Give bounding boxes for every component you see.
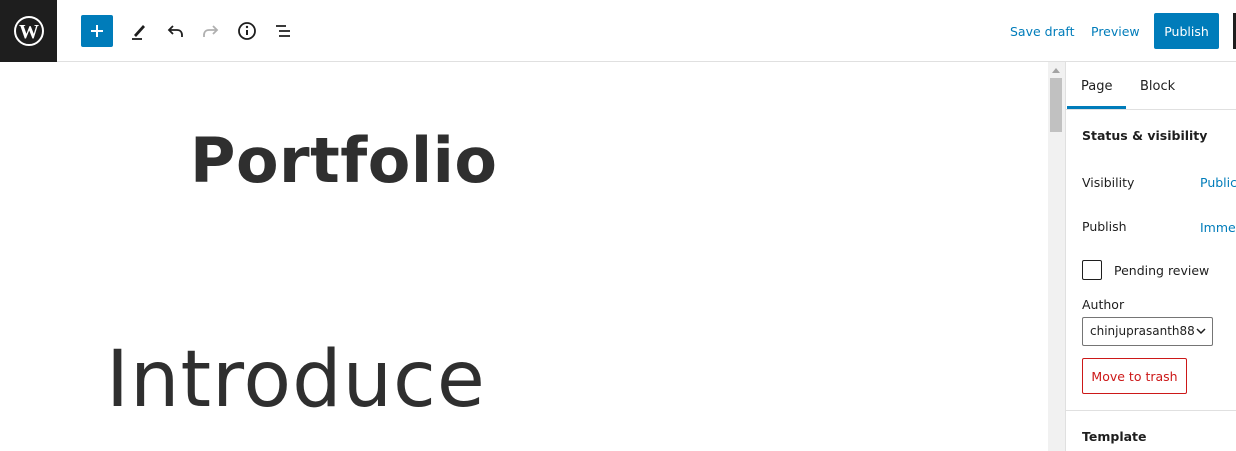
details-button[interactable] [231, 15, 263, 47]
undo-button[interactable] [159, 15, 191, 47]
chevron-down-icon [1196, 328, 1206, 335]
visibility-toggle[interactable]: Public [1200, 175, 1236, 190]
save-draft-button[interactable]: Save draft [1010, 24, 1074, 39]
svg-text:W: W [19, 21, 39, 43]
publish-button[interactable]: Publish [1154, 13, 1219, 49]
pending-review-checkbox[interactable] [1082, 260, 1102, 280]
wordpress-logo-icon[interactable]: W [0, 0, 57, 62]
tools-button[interactable] [123, 15, 155, 47]
editor-scrollbar[interactable] [1048, 62, 1065, 451]
editor-header: W Save draft Preview Publish [0, 0, 1236, 62]
info-icon [238, 22, 256, 40]
plus-icon [91, 25, 103, 37]
sidebar-tabs: Page Block [1066, 62, 1236, 110]
pencil-icon [132, 25, 145, 40]
move-to-trash-button[interactable]: Move to trash [1082, 358, 1187, 394]
tab-block[interactable]: Block [1140, 79, 1175, 94]
page-title[interactable]: Portfolio [190, 124, 497, 197]
publish-date-label: Publish [1082, 219, 1127, 234]
redo-button[interactable] [195, 15, 227, 47]
editor-canvas[interactable]: Portfolio Introduce [0, 62, 1048, 451]
preview-button[interactable]: Preview [1091, 24, 1140, 39]
tab-page[interactable]: Page [1081, 79, 1112, 94]
panel-divider [1066, 410, 1236, 411]
pending-review-label[interactable]: Pending review [1114, 263, 1209, 278]
undo-icon [167, 25, 183, 37]
list-view-icon [276, 25, 290, 37]
settings-sidebar: Page Block Status & visibility Visibilit… [1065, 62, 1236, 451]
template-panel-toggle[interactable]: Template [1082, 429, 1147, 444]
author-select[interactable]: chinjuprasanth88 [1082, 317, 1213, 346]
scroll-up-arrow-icon[interactable] [1052, 68, 1060, 73]
active-tab-indicator [1067, 106, 1126, 109]
heading-block[interactable]: Introduce [106, 335, 486, 425]
add-block-button[interactable] [81, 15, 113, 47]
visibility-label: Visibility [1082, 175, 1135, 190]
publish-date-toggle[interactable]: Immediately [1200, 220, 1236, 235]
status-visibility-panel-toggle[interactable]: Status & visibility [1082, 128, 1207, 143]
author-label: Author [1082, 297, 1125, 312]
redo-icon [203, 25, 219, 37]
list-view-button[interactable] [267, 15, 299, 47]
author-select-value: chinjuprasanth88 [1090, 324, 1195, 338]
scroll-thumb[interactable] [1050, 78, 1062, 132]
